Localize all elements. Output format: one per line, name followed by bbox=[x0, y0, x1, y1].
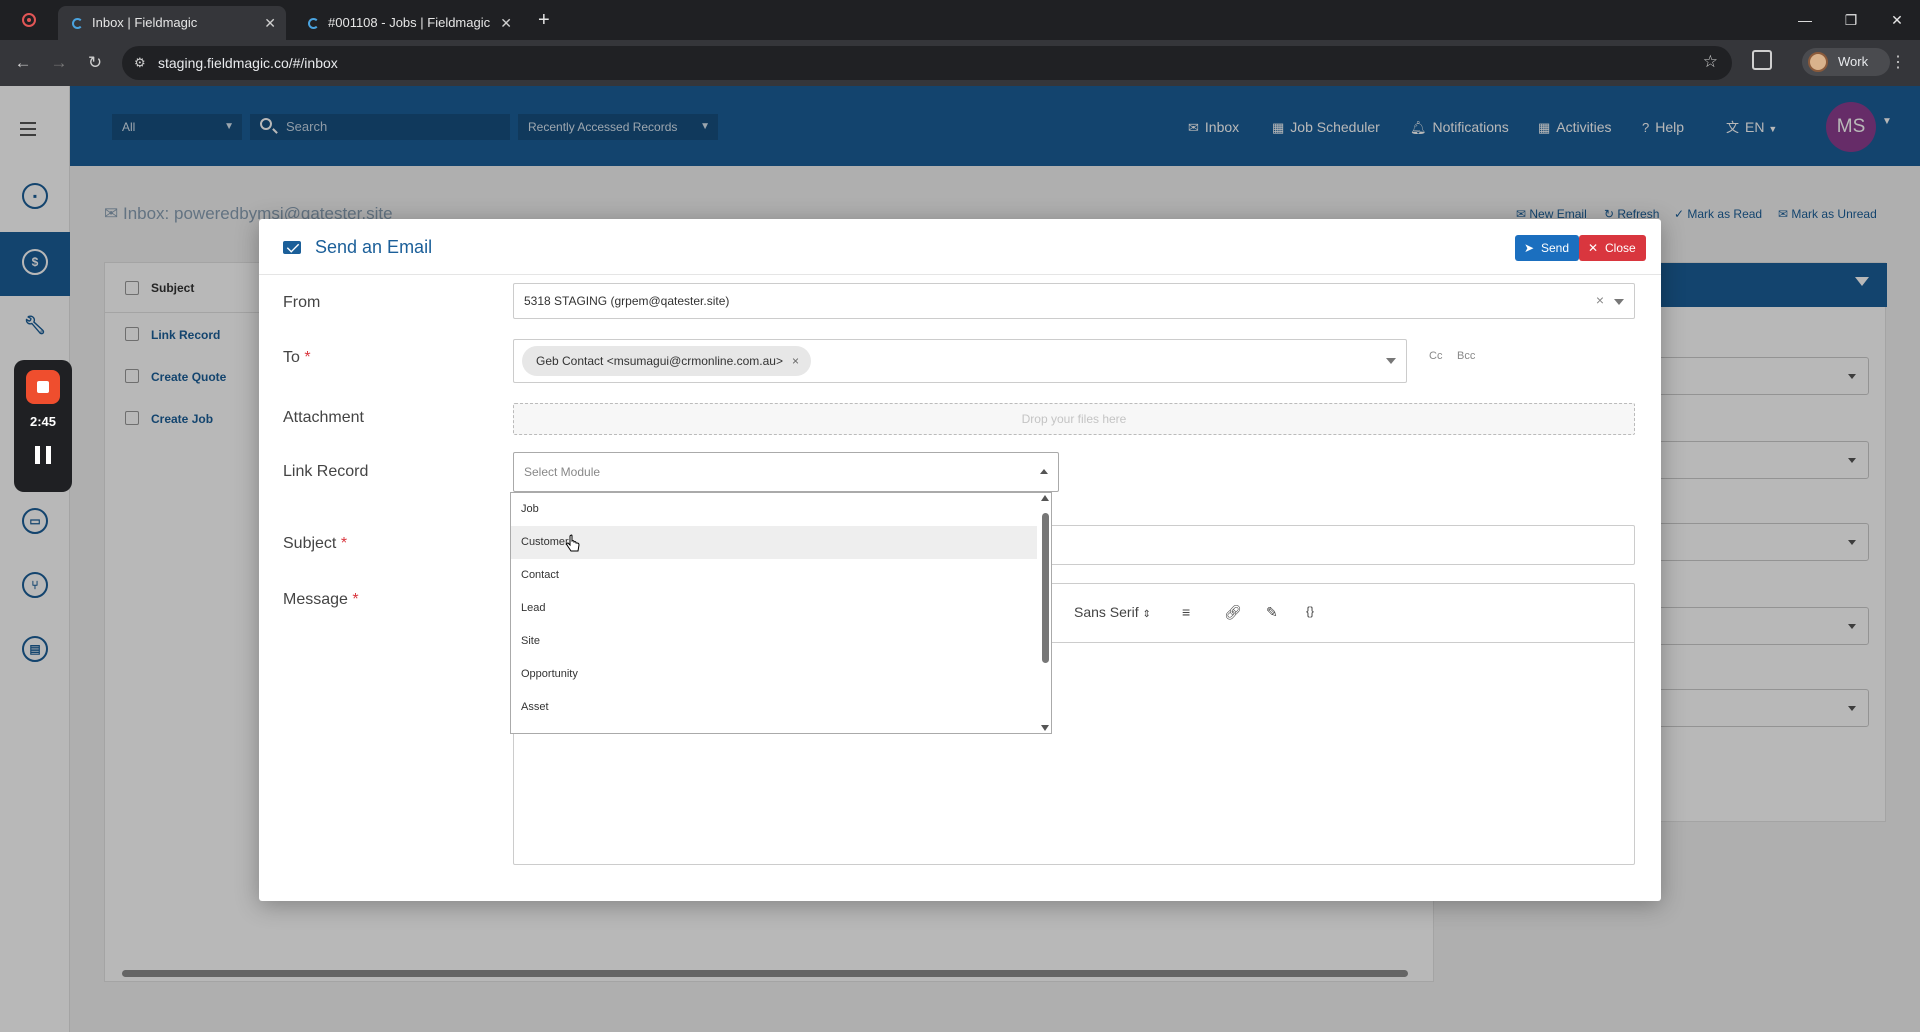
chip-label: Geb Contact <msumagui@crmonline.com.au> bbox=[536, 354, 783, 368]
send-label: Send bbox=[1541, 241, 1570, 255]
required-mark: * bbox=[304, 349, 311, 366]
screen-recorder-widget: 2:45 bbox=[14, 360, 72, 492]
browser-tab-inbox[interactable]: Inbox | Fieldmagic ✕ bbox=[58, 6, 286, 40]
bookmark-star-icon[interactable]: ☆ bbox=[1703, 52, 1718, 72]
from-label: From bbox=[283, 294, 321, 311]
send-button[interactable]: ➤ Send bbox=[1515, 235, 1580, 261]
browser-toolbar: ← → ↻ ⚙ staging.fieldmagic.co/#/inbox ☆ bbox=[0, 40, 1920, 86]
required-mark: * bbox=[352, 591, 359, 608]
fieldmagic-favicon-icon bbox=[308, 18, 319, 29]
scroll-down-icon[interactable] bbox=[1041, 725, 1049, 731]
module-options-list[interactable]: Job Customer Contact Lead Site Opportuni… bbox=[510, 492, 1052, 734]
tab-title: Inbox | Fieldmagic bbox=[92, 15, 198, 30]
browser-menu-icon[interactable]: ⋮ bbox=[1890, 52, 1906, 72]
bcc-link[interactable]: Bcc bbox=[1457, 350, 1475, 362]
option-customer[interactable]: Customer bbox=[511, 526, 1037, 559]
to-label: To * bbox=[283, 349, 311, 367]
close-window-button[interactable]: ✕ bbox=[1874, 0, 1920, 40]
option-asset[interactable]: Asset bbox=[511, 691, 1037, 724]
option-contact[interactable]: Contact bbox=[511, 559, 1037, 592]
message-label: Message * bbox=[283, 591, 359, 609]
record-indicator-icon bbox=[22, 13, 36, 27]
option-opportunity[interactable]: Opportunity bbox=[511, 658, 1037, 691]
code-icon[interactable]: {} bbox=[1306, 604, 1314, 618]
option-site[interactable]: Site bbox=[511, 625, 1037, 658]
from-select[interactable]: 5318 STAGING (grpem@qatester.site) × bbox=[513, 283, 1635, 319]
magic-wand-icon[interactable]: ✎ bbox=[1266, 604, 1278, 621]
select-module-placeholder: Select Module bbox=[524, 465, 601, 479]
link-record-label: Link Record bbox=[283, 463, 369, 480]
attachment-label: Attachment bbox=[283, 409, 364, 426]
url-text: staging.fieldmagic.co/#/inbox bbox=[158, 55, 338, 71]
chevron-down-icon bbox=[1386, 358, 1396, 364]
select-module-dropdown[interactable]: Select Module bbox=[513, 452, 1059, 492]
extensions-icon[interactable] bbox=[1752, 50, 1772, 70]
option-lead[interactable]: Lead bbox=[511, 592, 1037, 625]
link-icon[interactable]: 🔗︎ bbox=[1224, 604, 1242, 621]
message-label-text: Message bbox=[283, 591, 348, 608]
scroll-up-icon[interactable] bbox=[1041, 495, 1049, 501]
profile-label: Work bbox=[1838, 54, 1869, 69]
modal-title: Send an Email bbox=[315, 237, 433, 257]
subject-label: Subject * bbox=[283, 535, 347, 553]
pause-icon[interactable] bbox=[35, 446, 51, 464]
font-select[interactable]: Sans Serif ⇕ bbox=[1074, 604, 1151, 620]
back-button[interactable]: ← bbox=[10, 50, 36, 76]
recipient-chip: Geb Contact <msumagui@crmonline.com.au> × bbox=[522, 346, 811, 376]
required-mark: * bbox=[340, 535, 348, 552]
align-icon[interactable]: ≡ bbox=[1182, 604, 1190, 620]
reload-button[interactable]: ↻ bbox=[82, 50, 108, 76]
to-label-text: To bbox=[283, 349, 300, 366]
modal-header: Send an Email ➤ Send ✕ Close bbox=[259, 219, 1661, 275]
fieldmagic-favicon-icon bbox=[72, 18, 83, 29]
close-button[interactable]: ✕ Close bbox=[1579, 235, 1646, 261]
close-tab-icon[interactable]: ✕ bbox=[264, 6, 276, 40]
remove-recipient-icon[interactable]: × bbox=[792, 346, 799, 376]
hand-cursor-icon bbox=[566, 534, 580, 552]
envelope-icon bbox=[283, 241, 301, 254]
recording-time: 2:45 bbox=[29, 414, 57, 429]
profile-button[interactable]: Work bbox=[1802, 48, 1890, 76]
address-bar[interactable]: ⚙ staging.fieldmagic.co/#/inbox ☆ bbox=[122, 46, 1732, 80]
from-value: 5318 STAGING (grpem@qatester.site) bbox=[524, 294, 730, 308]
close-label: Close bbox=[1605, 241, 1636, 255]
subject-label-text: Subject bbox=[283, 535, 337, 552]
restore-window-button[interactable]: ❐ bbox=[1828, 0, 1874, 40]
minimize-window-button[interactable]: — bbox=[1782, 0, 1828, 40]
chevron-up-icon bbox=[1040, 469, 1048, 474]
chevron-down-icon bbox=[1614, 299, 1624, 305]
to-field[interactable]: Geb Contact <msumagui@crmonline.com.au> × bbox=[513, 339, 1407, 383]
sort-icon: ⇕ bbox=[1142, 609, 1151, 620]
send-email-modal: Send an Email ➤ Send ✕ Close From 5318 STA… bbox=[259, 219, 1661, 901]
scrollbar-thumb[interactable] bbox=[1042, 513, 1049, 663]
font-value: Sans Serif bbox=[1074, 604, 1139, 620]
option-job[interactable]: Job bbox=[511, 493, 1037, 526]
clear-icon[interactable]: × bbox=[1596, 292, 1604, 308]
browser-tab-jobs[interactable]: #001108 - Jobs | Fieldmagic ✕ bbox=[294, 6, 522, 40]
stop-recording-button[interactable] bbox=[26, 370, 60, 404]
cc-link[interactable]: Cc bbox=[1429, 350, 1442, 362]
site-info-icon[interactable]: ⚙ bbox=[134, 55, 146, 71]
close-tab-icon[interactable]: ✕ bbox=[500, 6, 512, 40]
paper-plane-icon: ➤ bbox=[1524, 241, 1535, 255]
tab-title: #001108 - Jobs | Fieldmagic bbox=[328, 15, 491, 30]
new-tab-button[interactable]: + bbox=[538, 6, 550, 34]
browser-tab-strip: Inbox | Fieldmagic ✕ #001108 - Jobs | Fi… bbox=[0, 0, 1920, 40]
forward-button[interactable]: → bbox=[46, 50, 72, 76]
options-scrollbar[interactable] bbox=[1039, 493, 1051, 733]
profile-avatar bbox=[1808, 52, 1828, 72]
file-dropzone[interactable]: Drop your files here bbox=[513, 403, 1635, 435]
close-icon: ✕ bbox=[1588, 241, 1599, 255]
